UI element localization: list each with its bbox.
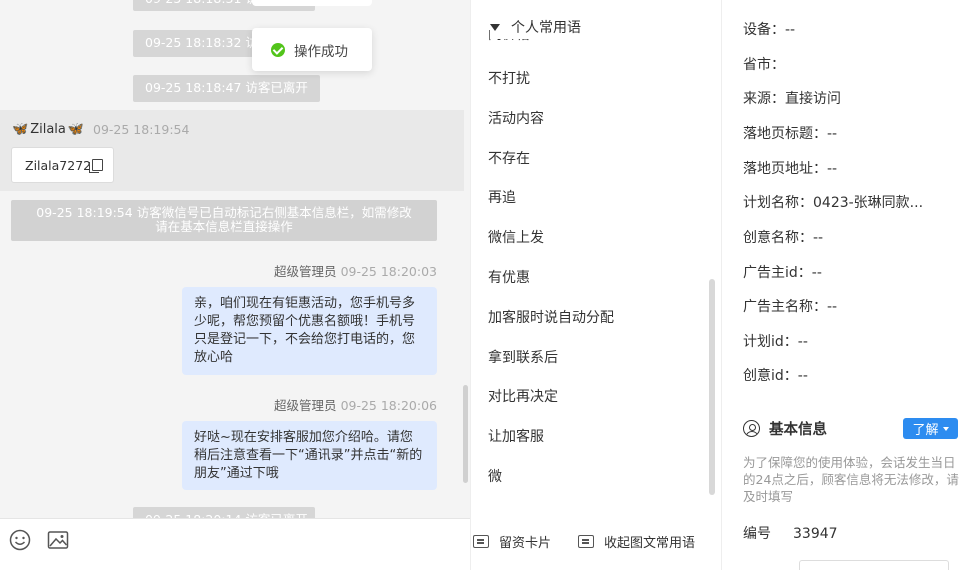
check-circle-icon — [271, 42, 285, 57]
info-landing-url: 落地页地址：-- — [743, 161, 838, 177]
input-toolbar — [0, 518, 470, 570]
agent-message-time: 09-25 18:20:06 — [340, 398, 437, 413]
agent-name: 超级管理员 — [274, 398, 337, 413]
visitor-message-time: 09-25 18:19:54 — [93, 122, 190, 137]
phrase-item[interactable]: 微 — [488, 466, 502, 486]
chat-scrollbar[interactable] — [463, 385, 468, 483]
info-province: 省市： — [743, 57, 785, 73]
caret-down-icon — [942, 426, 949, 431]
visitor-id-value: 33947 — [793, 526, 838, 542]
info-creative-name: 创意名称：-- — [743, 230, 824, 246]
chat-message-list[interactable]: 09-25 18:18:31 访客... 09-25 18:18:32 访客已.… — [0, 0, 470, 518]
visitor-id-row: 编号 33947 — [743, 523, 838, 543]
info-source: 来源：直接访问 — [743, 91, 841, 107]
info-creative-id: 创意id：-- — [743, 368, 808, 384]
agent-message-header: 超级管理员 09-25 18:20:03 — [274, 261, 437, 280]
collapse-phrases-button[interactable]: 收起图文常用语 — [578, 532, 695, 551]
phrase-section-header[interactable]: 个人常用语 — [490, 17, 581, 39]
caret-down-icon — [490, 23, 500, 31]
auto-tag-line: 请在基本信息栏直接操作 — [155, 219, 293, 234]
visitor-name: 🦋 Zilala 🦋 — [12, 122, 84, 137]
agent-name: 超级管理员 — [274, 264, 337, 279]
quick-phrase-panel: 问价格 个人常用语 不打扰 活动内容 不存在 再追 微信上发 有优惠 加客服时说… — [470, 0, 722, 570]
phrase-item[interactable]: 不打扰 — [488, 68, 530, 88]
visitor-name-text: Zilala — [30, 122, 66, 137]
phrase-item[interactable]: 让加客服 — [488, 426, 544, 446]
phrase-item[interactable]: 不存在 — [488, 148, 530, 168]
info-landing-title: 落地页标题：-- — [743, 126, 838, 142]
chat-panel: 09-25 18:18:31 访客... 09-25 18:18:32 访客已.… — [0, 0, 470, 570]
system-message: 09-25 18:18:47 访客已离开 — [133, 75, 320, 102]
wechat-id-text: Zilala7272 — [25, 157, 92, 173]
phrase-item[interactable]: 拿到联系后 — [488, 347, 558, 367]
info-plan-id: 计划id：-- — [743, 334, 808, 350]
system-message: 09-25 18:20:14 访客已离开 — [133, 507, 315, 518]
info-plan-name: 计划名称：0423-张琳同款... — [743, 195, 924, 211]
collapse-phrases-label: 收起图文常用语 — [604, 536, 696, 551]
phrase-item[interactable]: 对比再决定 — [488, 386, 558, 406]
lead-card-button[interactable]: 留资卡片 — [473, 532, 551, 551]
learn-more-dropdown[interactable]: 了解 — [903, 418, 958, 439]
phrase-item[interactable]: 活动内容 — [488, 108, 544, 128]
info-advertiser-id: 广告主id：-- — [743, 265, 822, 281]
agent-message-bubble: 好哒~现在安排客服加您介绍哈。请您稍后注意查看一下“通讯录”并点击“新的朋友”通… — [182, 421, 437, 490]
learn-more-label: 了解 — [912, 423, 939, 438]
butterfly-icon: 🦋 — [67, 122, 85, 137]
agent-message-time: 09-25 18:20:03 — [340, 264, 437, 279]
success-toast: 操作成功 — [252, 28, 372, 71]
visitor-info-panel: 设备：-- 省市： 来源：直接访问 落地页标题：-- 落地页地址：-- 计划名称… — [722, 0, 965, 570]
wechat-id-card[interactable]: Zilala7272 — [11, 147, 114, 183]
user-icon — [743, 420, 760, 437]
toast-text: 操作成功 — [294, 43, 348, 60]
phrase-scrollbar[interactable] — [709, 279, 715, 495]
agent-message-bubble: 亲，咱们现在有钜惠活动，您手机号多少呢，帮您预留个优惠名额哦！手机号只是登记一下… — [182, 287, 437, 375]
lead-card-label: 留资卡片 — [499, 536, 552, 551]
info-device: 设备：-- — [743, 22, 796, 38]
phrase-item[interactable]: 加客服时说自动分配 — [488, 307, 614, 327]
butterfly-icon: 🦋 — [12, 122, 29, 137]
previous-toast-edge — [252, 0, 372, 6]
image-icon[interactable] — [47, 529, 69, 551]
message-icon — [578, 535, 594, 548]
phrase-item[interactable]: 有优惠 — [488, 267, 530, 287]
auto-tag-system-message: 09-25 18:19:54 访客微信号已自动标记右侧基本信息栏，如需修改 请在… — [11, 200, 437, 241]
basic-info-header: 基本信息 — [743, 418, 827, 439]
message-icon — [473, 535, 489, 548]
phrase-section-title: 个人常用语 — [511, 20, 581, 36]
edit-deadline-notice: 为了保障您的使用体验，会话发生当日的24点之后，顾客信息将无法修改，请及时填写 — [743, 455, 959, 504]
info-advertiser-name: 广告主名称：-- — [743, 299, 838, 315]
phrase-item[interactable]: 再追 — [488, 187, 516, 207]
info-input-field[interactable] — [799, 560, 949, 570]
auto-tag-line: 09-25 18:19:54 访客微信号已自动标记右侧基本信息栏，如需修改 — [36, 205, 412, 220]
visitor-id-label: 编号 — [743, 526, 771, 542]
agent-message-header: 超级管理员 09-25 18:20:06 — [274, 395, 437, 414]
basic-info-title: 基本信息 — [769, 422, 827, 438]
phrase-item[interactable]: 微信上发 — [488, 227, 544, 247]
copy-icon[interactable] — [89, 159, 104, 173]
emoji-icon[interactable] — [9, 529, 31, 551]
